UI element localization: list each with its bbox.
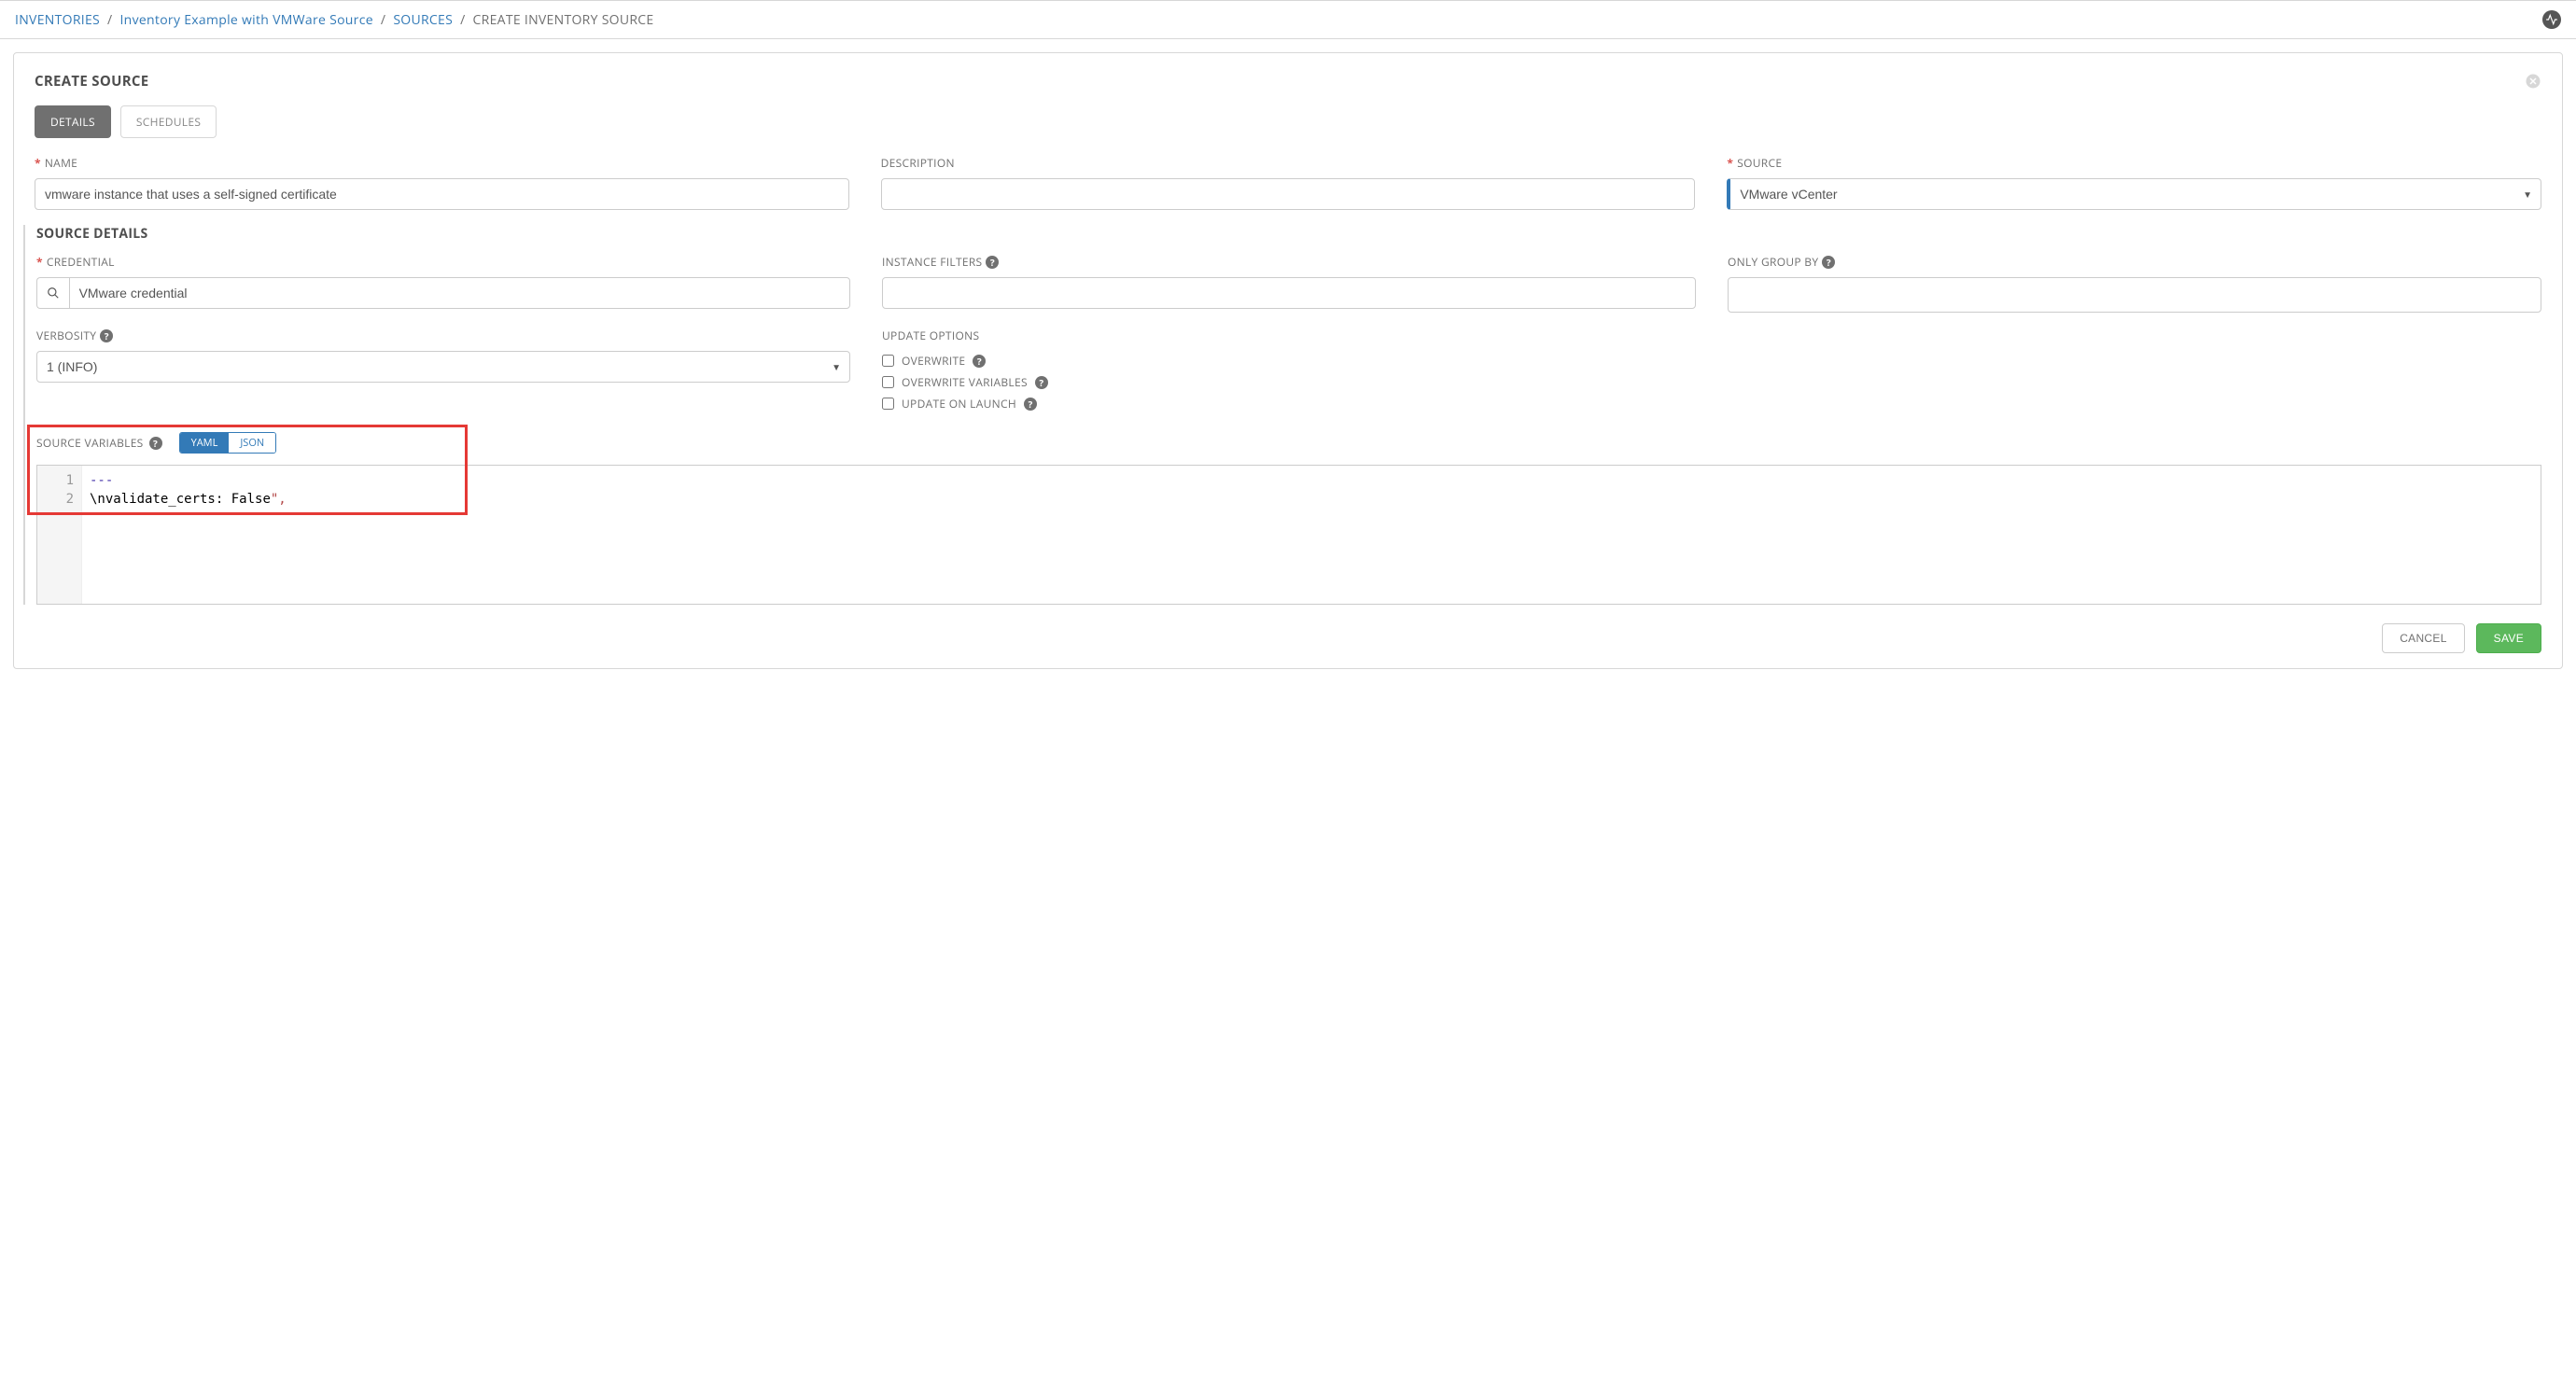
only-group-by-label: ONLY GROUP BY ?	[1728, 254, 2541, 270]
breadcrumb-inventories[interactable]: INVENTORIES	[15, 11, 100, 29]
help-icon[interactable]: ?	[149, 437, 162, 450]
overwrite-checkbox[interactable]	[882, 355, 894, 367]
instance-filters-label: INSTANCE FILTERS ?	[882, 254, 1696, 270]
close-icon[interactable]	[2525, 72, 2541, 92]
source-variables-label: SOURCE VARIABLES?	[36, 435, 162, 451]
verbosity-label: VERBOSITY ?	[36, 328, 850, 343]
only-group-by-input[interactable]	[1728, 277, 2541, 313]
source-variables-editor[interactable]: 12---\nvalidate_certs: False",	[36, 465, 2541, 605]
json-toggle[interactable]: JSON	[229, 433, 275, 453]
update-options-label: UPDATE OPTIONS	[882, 328, 1696, 343]
help-icon[interactable]: ?	[1024, 398, 1037, 411]
help-icon[interactable]: ?	[986, 256, 999, 269]
name-label: * NAME	[35, 155, 849, 171]
tab-details[interactable]: DETAILS	[35, 105, 111, 138]
panel-title: CREATE SOURCE	[35, 72, 149, 91]
overwrite-vars-checkbox[interactable]	[882, 376, 894, 388]
code-gutter: 12	[37, 466, 82, 604]
source-details-header: SOURCE DETAILS	[36, 225, 2541, 243]
breadcrumb-separator: /	[379, 11, 387, 29]
breadcrumb-current: CREATE INVENTORY SOURCE	[473, 11, 654, 29]
help-icon[interactable]: ?	[1822, 256, 1835, 269]
credential-label: * CREDENTIAL	[36, 254, 850, 270]
source-select[interactable]	[1727, 178, 2541, 210]
tabs: DETAILS SCHEDULES	[35, 105, 2541, 138]
credential-lookup-button[interactable]	[36, 277, 69, 309]
overwrite-label: OVERWRITE	[902, 353, 965, 369]
tab-schedules[interactable]: SCHEDULES	[120, 105, 217, 138]
credential-input[interactable]	[69, 277, 850, 309]
cancel-button[interactable]: CANCEL	[2382, 623, 2464, 653]
overwrite-vars-label: OVERWRITE VARIABLES	[902, 374, 1028, 390]
name-input[interactable]	[35, 178, 849, 210]
update-on-launch-checkbox[interactable]	[882, 398, 894, 410]
yaml-toggle[interactable]: YAML	[180, 433, 230, 453]
create-source-panel: CREATE SOURCE DETAILS SCHEDULES * NAME D…	[13, 52, 2563, 669]
instance-filters-input[interactable]	[882, 277, 1696, 309]
activity-stream-icon[interactable]	[2542, 10, 2561, 29]
save-button[interactable]: SAVE	[2476, 623, 2541, 653]
verbosity-select[interactable]	[36, 351, 850, 383]
help-icon[interactable]: ?	[973, 355, 986, 368]
help-icon[interactable]: ?	[100, 329, 113, 342]
code-content[interactable]: ---\nvalidate_certs: False",	[82, 466, 2541, 604]
syntax-toggle: YAMLJSON	[179, 432, 277, 454]
breadcrumb-separator: /	[458, 11, 467, 29]
breadcrumb-separator: /	[105, 11, 114, 29]
breadcrumb-sources[interactable]: SOURCES	[393, 11, 453, 29]
description-input[interactable]	[881, 178, 1696, 210]
description-label: DESCRIPTION	[881, 155, 1696, 171]
breadcrumb: INVENTORIES / Inventory Example with VMW…	[15, 11, 654, 29]
help-icon[interactable]: ?	[1035, 376, 1048, 389]
breadcrumb-inventory-name[interactable]: Inventory Example with VMWare Source	[119, 11, 372, 29]
source-label: * SOURCE	[1727, 155, 2541, 171]
update-on-launch-label: UPDATE ON LAUNCH	[902, 396, 1016, 412]
